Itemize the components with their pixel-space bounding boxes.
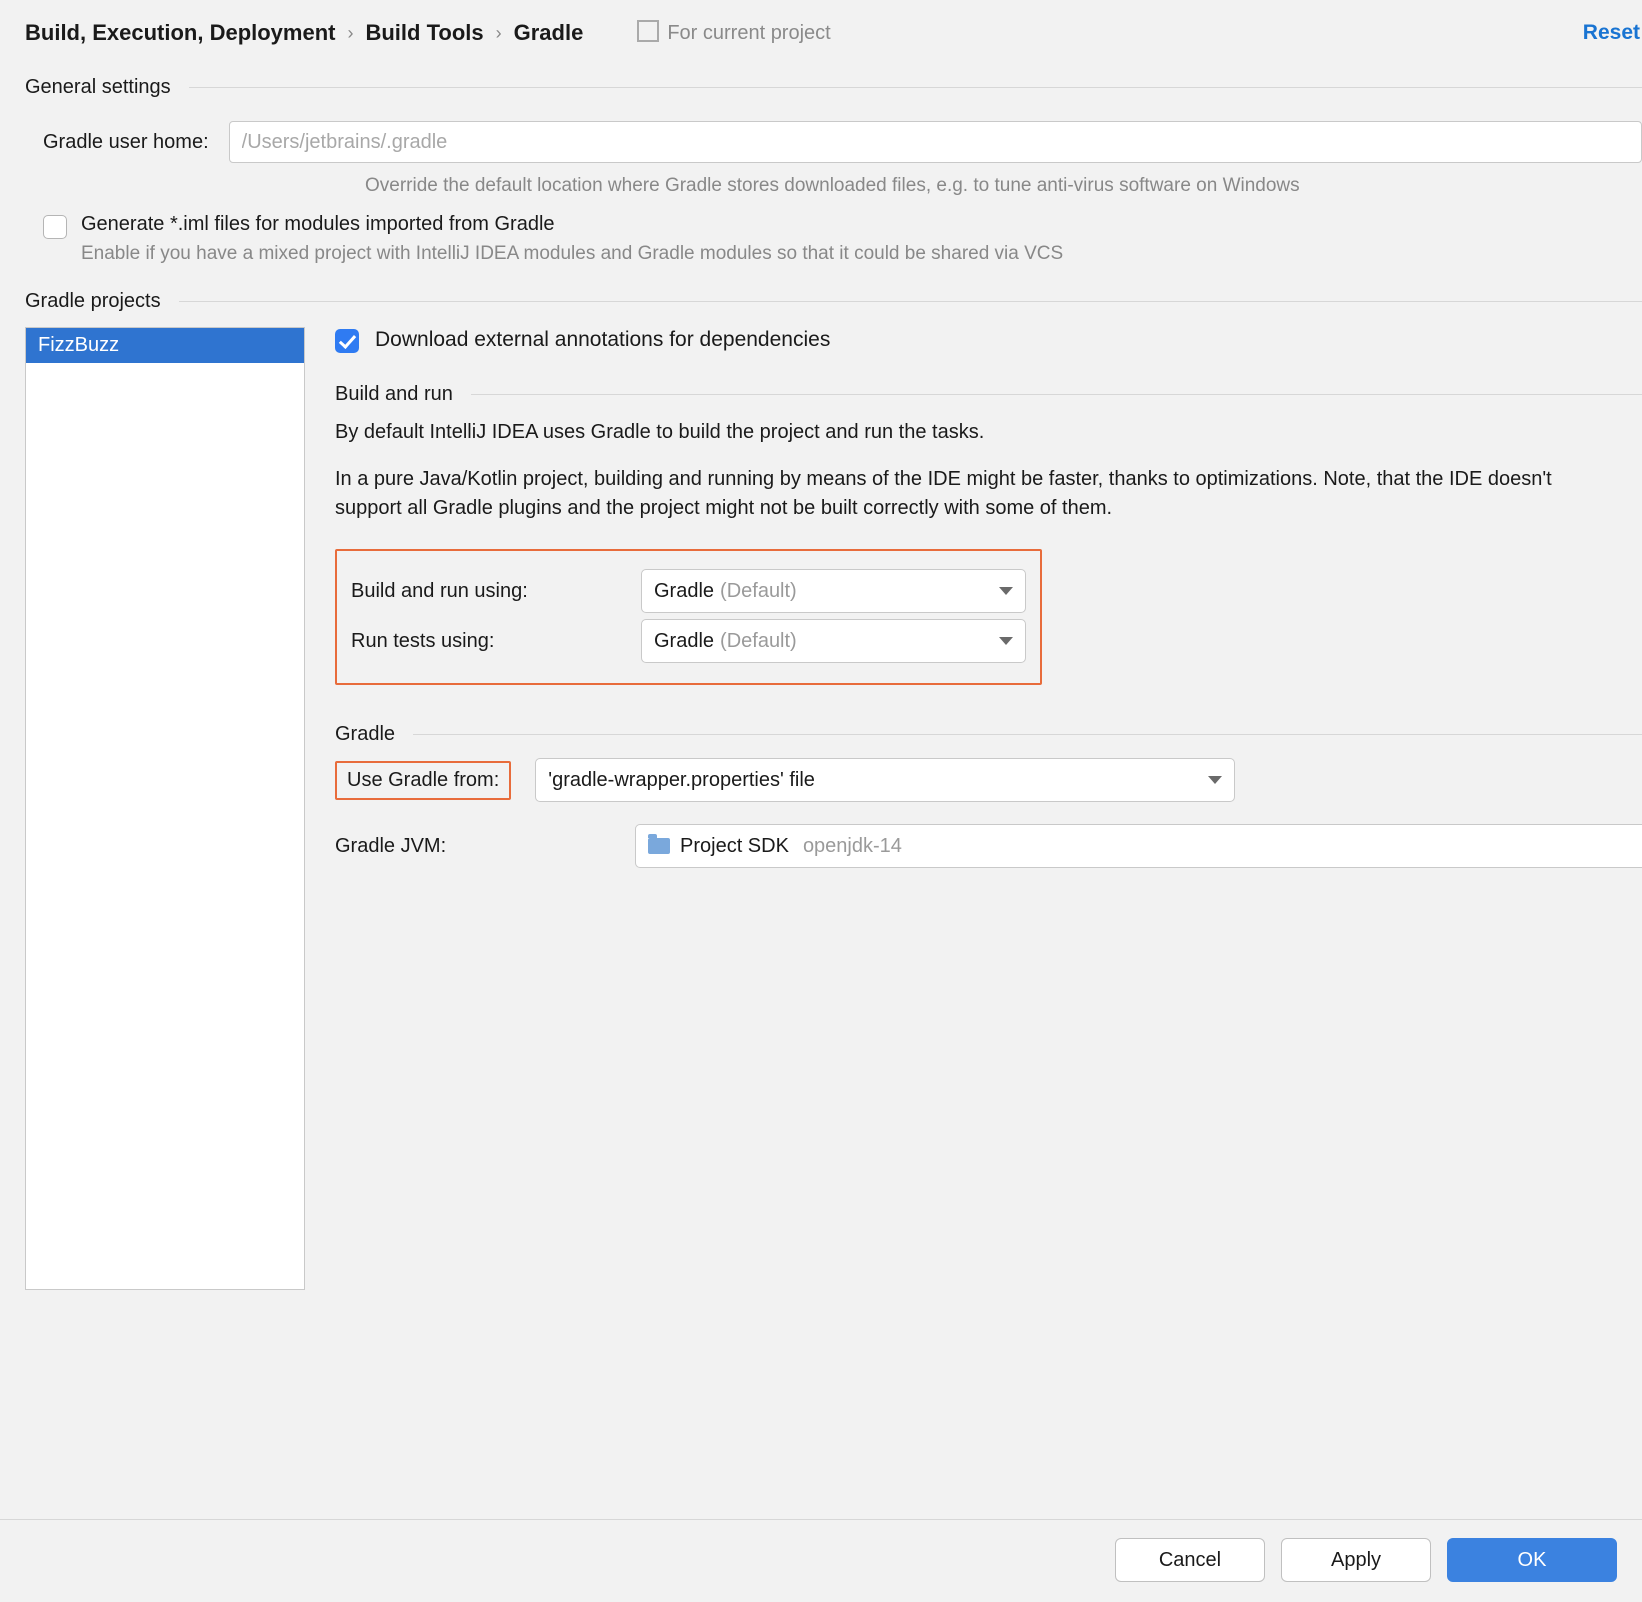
reset-link[interactable]: Reset: [1583, 21, 1642, 45]
scope-indicator: For current project: [641, 22, 830, 45]
jvm-value: Project SDK: [680, 835, 789, 858]
generate-iml-checkbox[interactable]: [43, 215, 67, 239]
sdk-folder-icon: [648, 838, 670, 854]
project-item-fizzbuzz[interactable]: FizzBuzz: [26, 328, 304, 363]
ok-button[interactable]: OK: [1447, 1538, 1617, 1582]
project-scope-icon: [641, 24, 659, 42]
chevron-down-icon: [999, 587, 1013, 595]
gradle-user-home-hint: Override the default location where Grad…: [365, 175, 1642, 197]
download-annotations-checkbox[interactable]: [335, 329, 359, 353]
combo-value: Gradle: [654, 580, 714, 603]
scope-label-text: For current project: [667, 22, 830, 45]
gradle-projects-title: Gradle projects: [25, 290, 161, 313]
generate-iml-hint: Enable if you have a mixed project with …: [81, 243, 1642, 265]
cancel-button[interactable]: Cancel: [1115, 1538, 1265, 1582]
combo-suffix: (Default): [720, 580, 797, 603]
gradle-projects-header: Gradle projects: [25, 290, 1642, 313]
build-run-highlight: Build and run using: Gradle (Default) Ru…: [335, 549, 1042, 685]
use-gradle-from-label: Use Gradle from:: [335, 761, 511, 800]
download-annotations-label: Download external annotations for depend…: [375, 328, 830, 352]
chevron-right-icon: ›: [347, 23, 353, 44]
run-tests-using-combo[interactable]: Gradle (Default): [641, 619, 1026, 663]
general-settings-header: General settings: [25, 76, 1642, 99]
breadcrumb-part-1[interactable]: Build Tools: [365, 20, 483, 46]
gradle-section-title: Gradle: [335, 723, 395, 746]
build-run-desc1: By default IntelliJ IDEA uses Gradle to …: [335, 418, 1595, 447]
project-details: Download external annotations for depend…: [335, 327, 1642, 1290]
chevron-down-icon: [999, 637, 1013, 645]
chevron-right-icon: ›: [496, 23, 502, 44]
breadcrumb-part-0[interactable]: Build, Execution, Deployment: [25, 20, 335, 46]
run-tests-using-label: Run tests using:: [351, 630, 621, 653]
gradle-user-home-input[interactable]: [229, 121, 1642, 163]
general-section-title: General settings: [25, 76, 171, 99]
generate-iml-label: Generate *.iml files for modules importe…: [81, 213, 555, 236]
gradle-jvm-label: Gradle JVM:: [335, 835, 635, 858]
build-run-using-combo[interactable]: Gradle (Default): [641, 569, 1026, 613]
header-row: Build, Execution, Deployment › Build Too…: [25, 20, 1642, 46]
project-list[interactable]: FizzBuzz: [25, 327, 305, 1290]
build-run-using-label: Build and run using:: [351, 580, 621, 603]
apply-button[interactable]: Apply: [1281, 1538, 1431, 1582]
combo-value: 'gradle-wrapper.properties' file: [548, 769, 815, 792]
jvm-suffix: openjdk-14: [803, 835, 902, 858]
breadcrumb: Build, Execution, Deployment › Build Too…: [25, 20, 583, 46]
chevron-down-icon: [1208, 776, 1222, 784]
footer-bar: Cancel Apply OK: [0, 1519, 1642, 1602]
gradle-user-home-label: Gradle user home:: [43, 131, 209, 154]
build-run-header: Build and run: [335, 383, 1642, 406]
combo-suffix: (Default): [720, 630, 797, 653]
breadcrumb-part-2[interactable]: Gradle: [514, 20, 584, 46]
build-run-desc2: In a pure Java/Kotlin project, building …: [335, 465, 1595, 523]
use-gradle-from-combo[interactable]: 'gradle-wrapper.properties' file: [535, 758, 1235, 802]
gradle-jvm-combo[interactable]: Project SDK openjdk-14: [635, 824, 1642, 868]
gradle-section-header: Gradle: [335, 723, 1642, 746]
combo-value: Gradle: [654, 630, 714, 653]
build-run-title: Build and run: [335, 383, 453, 406]
